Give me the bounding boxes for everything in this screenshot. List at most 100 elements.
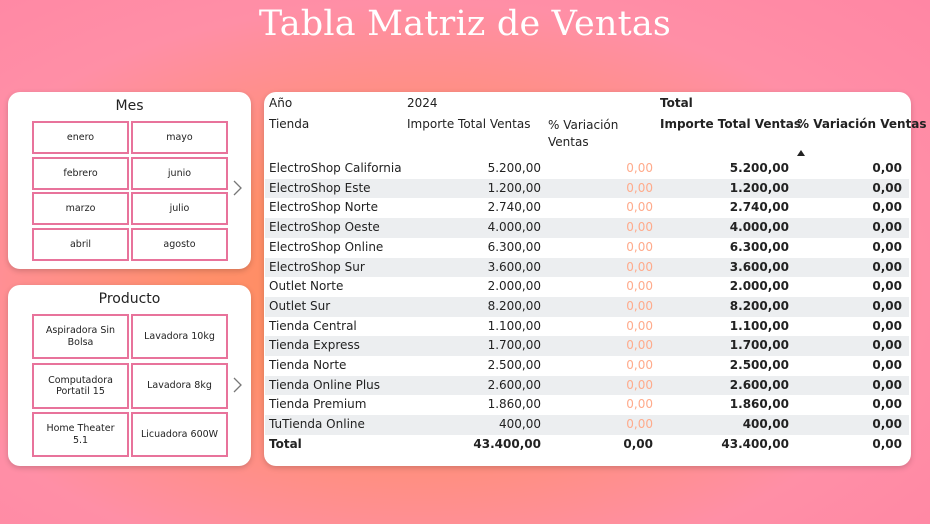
matrix-visual: Año 2024 Total Tienda Importe Total Vent… bbox=[264, 92, 927, 466]
variacion-cell: 0,00 bbox=[626, 180, 653, 195]
variacion-cell: 0,00 bbox=[626, 397, 653, 412]
variacion-header-line1: % Variación bbox=[548, 118, 619, 132]
table-row[interactable]: ElectroShop Este 1.200,00 0,00 1.200,00 0,00 bbox=[265, 178, 909, 199]
table-row[interactable]: Outlet Sur 8.200,00 0,00 8.200,00 0,00 bbox=[265, 296, 909, 317]
variacion-cell: 0,00 bbox=[626, 161, 653, 175]
total-variacion-cell: 0,00 bbox=[872, 200, 902, 215]
table-row[interactable]: ElectroShop Sur 3.600,00 0,00 3.600,00 0,00 bbox=[265, 257, 909, 278]
year-header-value[interactable]: 2024 bbox=[407, 96, 438, 110]
slicer-item-agosto[interactable]: agosto bbox=[131, 228, 228, 261]
total-importe-column-header[interactable]: Importe Total Ventas bbox=[660, 117, 801, 131]
slicer-item-abril[interactable]: abril bbox=[32, 228, 129, 261]
sort-ascending-icon[interactable] bbox=[797, 150, 805, 158]
store-cell: Total bbox=[269, 436, 302, 451]
slicer-item-mayo[interactable]: mayo bbox=[131, 121, 228, 154]
store-column-header[interactable]: Tienda bbox=[269, 117, 309, 131]
total-importe-cell: 2.740,00 bbox=[729, 200, 789, 215]
table-row[interactable]: Tienda Premium 1.860,00 0,00 1.860,00 0,00 bbox=[265, 395, 909, 415]
total-variacion-cell: 0,00 bbox=[872, 220, 902, 235]
slicer-item-enero[interactable]: enero bbox=[32, 121, 129, 154]
variacion-cell: 0,00 bbox=[626, 318, 653, 333]
slicer-producto: Producto Aspiradora Sin Bolsa Lavadora 1… bbox=[8, 285, 251, 466]
importe-column-header[interactable]: Importe Total Ventas bbox=[407, 117, 530, 131]
slicer-item-aspiradora[interactable]: Aspiradora Sin Bolsa bbox=[32, 314, 129, 359]
total-variacion-cell: 0,00 bbox=[872, 338, 902, 353]
total-importe-cell: 43.400,00 bbox=[721, 436, 789, 451]
store-cell: Tienda Norte bbox=[269, 358, 347, 372]
store-cell: ElectroShop Oeste bbox=[269, 220, 380, 235]
total-variacion-cell: 0,00 bbox=[872, 358, 902, 372]
variacion-cell: 0,00 bbox=[626, 259, 653, 274]
variacion-cell: 0,00 bbox=[626, 298, 653, 313]
table-row[interactable]: Outlet Norte 2.000,00 0,00 2.000,00 0,00 bbox=[265, 277, 909, 297]
slicer-item-febrero[interactable]: febrero bbox=[32, 157, 129, 190]
total-importe-cell: 8.200,00 bbox=[729, 298, 789, 313]
variacion-cell: 0,00 bbox=[626, 220, 653, 235]
importe-cell: 1.200,00 bbox=[487, 180, 541, 195]
importe-cell: 2.500,00 bbox=[487, 358, 541, 372]
table-row[interactable]: Tienda Norte 2.500,00 0,00 2.500,00 0,00 bbox=[265, 356, 909, 376]
slicer-item-marzo[interactable]: marzo bbox=[32, 192, 129, 225]
variacion-cell: 0,00 bbox=[626, 279, 653, 294]
importe-cell: 6.300,00 bbox=[487, 239, 541, 254]
chevron-right-icon[interactable] bbox=[233, 377, 242, 397]
slicer-item-licuadora[interactable]: Licuadora 600W bbox=[131, 412, 228, 457]
store-cell: ElectroShop Online bbox=[269, 239, 384, 254]
slicer-item-junio[interactable]: junio bbox=[131, 157, 228, 190]
store-cell: ElectroShop Norte bbox=[269, 200, 378, 215]
slicer-item-lavadora-8kg[interactable]: Lavadora 8kg bbox=[131, 363, 228, 409]
importe-cell: 2.600,00 bbox=[487, 377, 541, 392]
total-variacion-cell: 0,00 bbox=[872, 298, 902, 313]
table-row[interactable]: ElectroShop California 5.200,00 0,00 5.200,… bbox=[265, 159, 909, 179]
table-row[interactable]: ElectroShop Online 6.300,00 0,00 6.300,00 0,… bbox=[265, 238, 909, 258]
total-variacion-cell: 0,00 bbox=[872, 239, 902, 254]
importe-cell: 3.600,00 bbox=[487, 259, 541, 274]
slicer-item-julio[interactable]: julio bbox=[131, 192, 228, 225]
total-variacion-column-header[interactable]: % Variación Ventas bbox=[797, 117, 927, 131]
table-row[interactable]: Tienda Central 1.100,00 0,00 1.100,00 0,00 bbox=[265, 317, 909, 337]
total-header: Total bbox=[660, 96, 693, 110]
slicer-item-home-theater[interactable]: Home Theater 5.1 bbox=[32, 412, 129, 457]
store-cell: Tienda Express bbox=[269, 338, 360, 353]
total-importe-cell: 4.000,00 bbox=[729, 220, 789, 235]
total-importe-cell: 2.600,00 bbox=[729, 377, 789, 392]
total-variacion-cell: 0,00 bbox=[872, 417, 902, 432]
year-header-label: Año bbox=[269, 96, 293, 110]
store-cell: Tienda Premium bbox=[269, 397, 367, 412]
total-row[interactable]: Total 43.400,00 0,00 43.400,00 0,00 bbox=[265, 435, 909, 455]
slicer-item-lavadora-10kg[interactable]: Lavadora 10kg bbox=[131, 314, 228, 359]
variacion-column-header[interactable]: % Variación Ventas bbox=[548, 117, 618, 151]
table-row[interactable]: ElectroShop Oeste 4.000,00 0,00 4.000,00 0,0… bbox=[265, 218, 909, 238]
store-cell: TuTienda Online bbox=[269, 417, 365, 432]
slicer-producto-title: Producto bbox=[98, 291, 161, 307]
store-cell: ElectroShop California bbox=[269, 161, 402, 175]
total-variacion-cell: 0,00 bbox=[872, 161, 902, 175]
table-row[interactable]: Tienda Express 1.700,00 0,00 1.700,00 0,00 bbox=[265, 336, 909, 356]
page-title: Tabla Matriz de Ventas bbox=[258, 4, 672, 44]
table-row[interactable]: Tienda Online Plus 2.600,00 0,00 2.600,00 0,… bbox=[265, 375, 909, 396]
slicer-item-computadora[interactable]: Computadora Portatil 15 bbox=[32, 363, 129, 409]
variacion-cell: 0,00 bbox=[623, 436, 653, 451]
importe-cell: 400,00 bbox=[499, 417, 541, 432]
store-cell: ElectroShop Sur bbox=[269, 259, 365, 274]
variacion-cell: 0,00 bbox=[626, 377, 653, 392]
total-importe-cell: 6.300,00 bbox=[729, 239, 789, 254]
table-row[interactable]: TuTienda Online 400,00 0,00 400,00 0,00 bbox=[265, 415, 909, 435]
total-importe-cell: 2.000,00 bbox=[729, 279, 789, 294]
table-row[interactable]: ElectroShop Norte 2.740,00 0,00 2.740,00 0,0… bbox=[265, 198, 909, 218]
total-importe-cell: 1.100,00 bbox=[729, 318, 789, 333]
importe-cell: 2.000,00 bbox=[487, 279, 541, 294]
store-cell: Tienda Online Plus bbox=[269, 377, 381, 392]
total-variacion-cell: 0,00 bbox=[872, 259, 902, 274]
total-importe-cell: 3.600,00 bbox=[729, 259, 789, 274]
variacion-cell: 0,00 bbox=[626, 417, 653, 432]
total-importe-cell: 400,00 bbox=[742, 417, 789, 432]
importe-cell: 1.100,00 bbox=[487, 318, 541, 333]
store-cell: Outlet Sur bbox=[269, 298, 331, 313]
variacion-cell: 0,00 bbox=[626, 358, 653, 372]
importe-cell: 1.700,00 bbox=[487, 338, 541, 353]
total-importe-cell: 1.700,00 bbox=[729, 338, 789, 353]
total-variacion-cell: 0,00 bbox=[872, 180, 902, 195]
chevron-right-icon[interactable] bbox=[233, 180, 242, 200]
importe-cell: 5.200,00 bbox=[487, 161, 541, 175]
